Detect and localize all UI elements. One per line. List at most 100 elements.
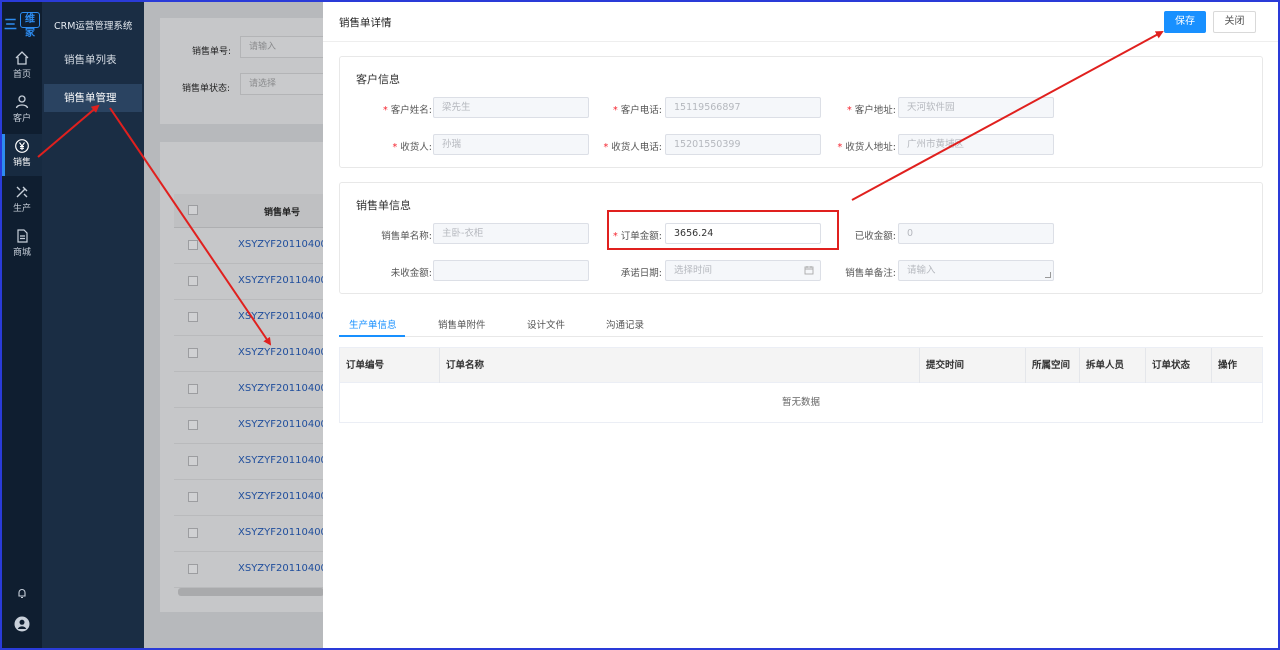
col-actions: 操作 (1218, 360, 1238, 371)
bg-order-no-input[interactable]: 请输入 (240, 36, 324, 58)
table-row[interactable]: XSYZYF2011040049 (174, 480, 324, 516)
order-link[interactable]: XSYZYF2011040047 (238, 563, 324, 574)
table-row[interactable]: XSYZYF2011040047 (174, 552, 324, 588)
bell-icon (18, 589, 26, 599)
bg-filter-card: 销售单号: 请输入 销售单状态: 请选择 (160, 18, 324, 124)
table-row[interactable]: XSYZYF201104005? (174, 228, 324, 264)
row-checkbox[interactable] (188, 276, 198, 286)
order-name-field[interactable]: 主卧-衣柜 (433, 223, 589, 244)
order-link[interactable]: XSYZYF2011040051 (238, 419, 324, 430)
unreceived-amount-field[interactable] (433, 260, 589, 281)
table-row[interactable]: XSYZYF2011040056 (174, 264, 324, 300)
nav-item-production[interactable]: 生产 (2, 180, 42, 222)
calendar-icon (804, 266, 814, 275)
yen-icon (15, 139, 29, 153)
home-icon (15, 51, 29, 65)
row-checkbox[interactable] (188, 312, 198, 322)
customer-phone-field[interactable]: 15119566897 (665, 97, 821, 118)
user-icon (15, 95, 29, 109)
order-link[interactable]: XSYZYF2011040052 (238, 383, 324, 394)
order-name-label: 销售单名称: (381, 231, 432, 242)
logo-prefix: 三 (4, 18, 17, 33)
row-checkbox[interactable] (188, 384, 198, 394)
bg-status-select[interactable]: 请选择 (240, 73, 324, 95)
order-link[interactable]: XSYZYF2011040050 (238, 455, 324, 466)
col-splitter: 拆单人员 (1080, 348, 1146, 383)
col-submit-time: 提交时间 (920, 348, 1026, 383)
screen-frame: 三 维家 首页 客户 销售 生产 商城 CRM运营管理系统 销售单列表 销售单管… (0, 0, 1280, 650)
customer-name-field[interactable]: 梁先生 (433, 97, 589, 118)
drawer-title: 销售单详情 (339, 17, 392, 29)
table-row[interactable]: XSYZYF2011040054 (174, 300, 324, 336)
promise-date-label: 承诺日期: (620, 268, 662, 279)
received-amount-label: 已收金额: (854, 231, 896, 242)
active-tab-indicator (339, 335, 405, 337)
main-nav: 三 维家 首页 客户 销售 生产 商城 (2, 2, 42, 648)
order-link[interactable]: XSYZYF2011040048 (238, 527, 324, 538)
nav-item-home[interactable]: 首页 (2, 46, 42, 88)
table-row[interactable]: XSYZYF2011040051 (174, 408, 324, 444)
order-link[interactable]: XSYZYF201104005? (238, 239, 324, 250)
customer-section-title: 客户信息 (356, 73, 400, 86)
row-checkbox[interactable] (188, 492, 198, 502)
horizontal-scrollbar[interactable] (178, 588, 324, 596)
sub-menu: CRM运营管理系统 销售单列表 销售单管理 (42, 2, 144, 648)
bg-select-all-checkbox[interactable] (188, 205, 198, 215)
tab-communication-records[interactable]: 沟通记录 (606, 317, 644, 331)
row-checkbox[interactable] (188, 528, 198, 538)
col-order-name: 订单名称 (440, 348, 920, 383)
receiver-phone-field[interactable]: 15201550399 (665, 134, 821, 155)
tab-design-files[interactable]: 设计文件 (527, 317, 565, 331)
submenu-item-sales-list[interactable]: 销售单列表 (44, 46, 142, 74)
notification-button[interactable] (2, 587, 42, 602)
customer-address-field[interactable]: 天河软件园 (898, 97, 1054, 118)
nav-item-sales[interactable]: 销售 (2, 134, 42, 176)
row-checkbox[interactable] (188, 456, 198, 466)
nav-item-mall[interactable]: 商城 (2, 224, 42, 266)
active-indicator (2, 134, 5, 176)
nav-item-home-label: 首页 (12, 70, 31, 80)
table-row[interactable]: XSYZYF2011040048 (174, 516, 324, 552)
table-row[interactable]: XSYZYF2011040050 (174, 444, 324, 480)
annotation-highlight-box (607, 210, 839, 250)
customer-address-label: * 客户地址: (847, 105, 896, 116)
close-button[interactable]: 关闭 (1213, 11, 1256, 33)
submenu-item-sales-manage[interactable]: 销售单管理 (44, 84, 142, 112)
order-link[interactable]: XSYZYF2011040049 (238, 491, 324, 502)
col-order-no: 订单编号 (340, 348, 440, 383)
received-amount-field[interactable]: 0 (898, 223, 1054, 244)
order-link[interactable]: XSYZYF2011040053 (238, 347, 324, 358)
receiver-address-field[interactable]: 广州市黄埔区 (898, 134, 1054, 155)
row-checkbox[interactable] (188, 564, 198, 574)
table-row[interactable]: XSYZYF2011040052 (174, 372, 324, 408)
resize-handle-icon[interactable] (1045, 272, 1051, 278)
user-avatar-button[interactable] (2, 616, 42, 635)
receiver-field[interactable]: 孙瑞 (433, 134, 589, 155)
save-button[interactable]: 保存 (1164, 11, 1206, 33)
tab-sales-attachments[interactable]: 销售单附件 (438, 317, 486, 331)
row-checkbox[interactable] (188, 348, 198, 358)
receiver-phone-label: * 收货人电话: (603, 142, 662, 153)
order-link[interactable]: XSYZYF2011040056 (238, 275, 324, 286)
customer-info-card: 客户信息 * 客户姓名: 梁先生 * 客户电话: 15119566897 * 客户地址… (339, 56, 1263, 168)
logo-text: 维家 (20, 12, 40, 39)
nav-item-customer[interactable]: 客户 (2, 90, 42, 132)
drawer-header: 销售单详情 保存 关闭 (323, 2, 1278, 42)
promise-date-picker[interactable]: 选择时间 (665, 260, 821, 281)
row-checkbox[interactable] (188, 240, 198, 250)
system-name: CRM运营管理系统 (54, 21, 133, 32)
bg-order-no-label: 销售单号: (192, 47, 232, 57)
tab-production-orders[interactable]: 生产单信息 (349, 317, 397, 331)
table-row[interactable]: XSYZYF2011040053 (174, 336, 324, 372)
bg-table-header: 销售单号 (174, 194, 324, 228)
detail-tabs: 生产单信息 销售单附件 设计文件 沟通记录 (339, 310, 1263, 337)
customer-name-label: * 客户姓名: (383, 105, 432, 116)
avatar-icon (14, 616, 30, 632)
tools-icon (16, 186, 28, 198)
document-icon (17, 229, 28, 243)
order-link[interactable]: XSYZYF2011040054 (238, 311, 324, 322)
bg-status-label: 销售单状态: (182, 84, 231, 94)
order-remark-textarea[interactable]: 请输入 (898, 260, 1054, 281)
row-checkbox[interactable] (188, 420, 198, 430)
bg-col-order-no: 销售单号 (264, 208, 301, 218)
